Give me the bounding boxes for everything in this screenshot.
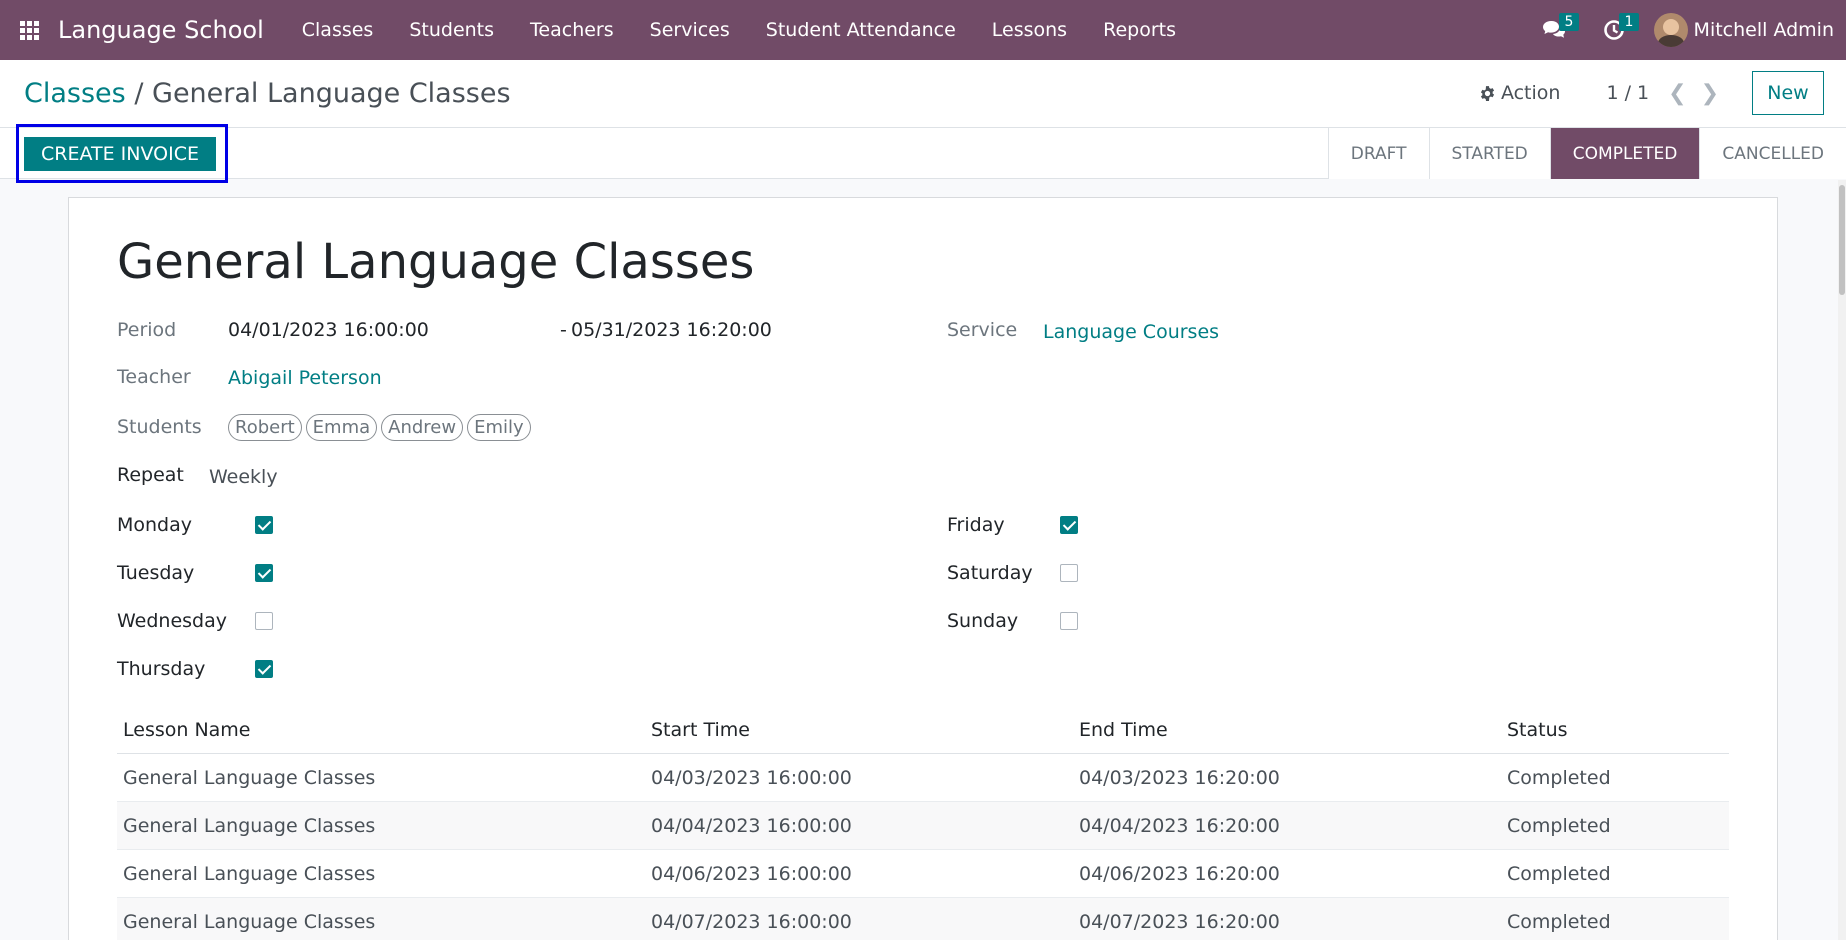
stage-started[interactable]: STARTED — [1428, 128, 1550, 179]
cell-end-time: 04/07/2023 16:20:00 — [1079, 910, 1280, 933]
stage-cancelled[interactable]: CANCELLED — [1699, 128, 1846, 179]
student-tag[interactable]: Robert — [228, 414, 302, 441]
cell-end-time: 04/03/2023 16:20:00 — [1079, 766, 1280, 789]
column-header-start-time[interactable]: Start Time — [645, 719, 1073, 741]
breadcrumb-separator: / — [134, 78, 144, 109]
period-start-field[interactable]: 04/01/2023 16:00:00 — [228, 319, 429, 341]
cell-lesson-name: General Language Classes — [123, 910, 376, 933]
thursday-checkbox[interactable] — [255, 660, 273, 678]
pager-previous-icon[interactable]: ❮ — [1668, 81, 1686, 106]
service-field[interactable]: Language Courses — [1043, 321, 1219, 343]
messages-count-badge: 5 — [1558, 13, 1580, 31]
monday-label: Monday — [117, 514, 193, 536]
sunday-checkbox[interactable] — [1060, 612, 1078, 630]
teacher-label: Teacher — [117, 366, 191, 388]
stage-draft[interactable]: DRAFT — [1328, 128, 1429, 179]
repeat-label: Repeat — [117, 464, 184, 486]
student-tag[interactable]: Emily — [467, 414, 531, 441]
user-name: Mitchell Admin — [1693, 19, 1834, 41]
cell-lesson-name: General Language Classes — [123, 766, 376, 789]
service-label: Service — [947, 319, 1018, 341]
cell-start-time: 04/04/2023 16:00:00 — [651, 814, 852, 837]
saturday-label: Saturday — [947, 562, 1033, 584]
table-row[interactable]: General Language Classes 04/04/2023 16:0… — [117, 802, 1729, 850]
table-row[interactable]: General Language Classes 04/03/2023 16:0… — [117, 754, 1729, 802]
menu-lessons[interactable]: Lessons — [974, 0, 1085, 60]
stage-pipeline: DRAFT STARTED COMPLETED CANCELLED — [1327, 128, 1846, 179]
app-brand[interactable]: Language School — [58, 16, 264, 44]
breadcrumb: Classes / General Language Classes — [24, 78, 511, 109]
action-label: Action — [1500, 82, 1561, 104]
sunday-label: Sunday — [947, 610, 1019, 632]
record-title[interactable]: General Language Classes — [117, 234, 754, 290]
control-panel: Classes / General Language Classes Actio… — [0, 60, 1846, 128]
monday-checkbox[interactable] — [255, 516, 273, 534]
cell-end-time: 04/04/2023 16:20:00 — [1079, 814, 1280, 837]
column-header-status[interactable]: Status — [1501, 719, 1729, 741]
cell-status: Completed — [1507, 766, 1611, 789]
period-label: Period — [117, 319, 177, 341]
user-menu[interactable]: Mitchell Admin — [1644, 13, 1846, 47]
menu-students[interactable]: Students — [391, 0, 512, 60]
action-menu-button[interactable]: Action — [1479, 82, 1561, 104]
activities-button[interactable]: 1 — [1584, 0, 1644, 60]
form-sheet: General Language Classes Period 04/01/20… — [68, 197, 1778, 940]
thursday-label: Thursday — [117, 658, 206, 680]
pager-value[interactable]: 1 / 1 — [1606, 82, 1649, 104]
student-tag[interactable]: Andrew — [381, 414, 464, 441]
table-header: Lesson Name Start Time End Time Status — [117, 706, 1729, 754]
activities-count-badge: 1 — [1618, 13, 1640, 31]
column-header-end-time[interactable]: End Time — [1073, 719, 1501, 741]
cell-start-time: 04/07/2023 16:00:00 — [651, 910, 852, 933]
new-button[interactable]: New — [1752, 71, 1824, 115]
top-navbar: Language School Classes Students Teacher… — [0, 0, 1846, 60]
menu-teachers[interactable]: Teachers — [512, 0, 632, 60]
cell-lesson-name: General Language Classes — [123, 814, 376, 837]
menu-services[interactable]: Services — [632, 0, 748, 60]
create-invoice-button[interactable]: CREATE INVOICE — [24, 137, 216, 171]
gear-icon — [1480, 85, 1495, 101]
menu-reports[interactable]: Reports — [1085, 0, 1194, 60]
apps-menu-icon[interactable] — [0, 0, 58, 60]
breadcrumb-current: General Language Classes — [152, 78, 511, 109]
stage-completed[interactable]: COMPLETED — [1549, 128, 1700, 179]
cell-status: Completed — [1507, 910, 1611, 933]
cell-start-time: 04/06/2023 16:00:00 — [651, 862, 852, 885]
period-end-field[interactable]: 05/31/2023 16:20:00 — [571, 319, 772, 341]
pager-next-icon[interactable]: ❯ — [1701, 81, 1719, 106]
menu-classes[interactable]: Classes — [284, 0, 392, 60]
friday-label: Friday — [947, 514, 1005, 536]
wednesday-label: Wednesday — [117, 610, 228, 632]
table-row[interactable]: General Language Classes 04/06/2023 16:0… — [117, 850, 1729, 898]
tuesday-label: Tuesday — [117, 562, 195, 584]
scrollbar-thumb[interactable] — [1839, 185, 1845, 295]
menu-student-attendance[interactable]: Student Attendance — [748, 0, 974, 60]
messages-button[interactable]: 5 — [1524, 0, 1584, 60]
cell-lesson-name: General Language Classes — [123, 862, 376, 885]
students-label: Students — [117, 416, 202, 438]
cell-start-time: 04/03/2023 16:00:00 — [651, 766, 852, 789]
cell-end-time: 04/06/2023 16:20:00 — [1079, 862, 1280, 885]
cell-status: Completed — [1507, 862, 1611, 885]
page-scrollbar[interactable] — [1838, 180, 1846, 940]
teacher-field[interactable]: Abigail Peterson — [228, 367, 382, 389]
repeat-field[interactable]: Weekly — [209, 466, 278, 488]
student-tag[interactable]: Emma — [305, 414, 378, 441]
friday-checkbox[interactable] — [1060, 516, 1078, 534]
students-tags[interactable]: Robert Emma Andrew Emily — [228, 414, 531, 441]
user-avatar — [1653, 13, 1688, 47]
lessons-table: Lesson Name Start Time End Time Status G… — [117, 706, 1729, 940]
tuesday-checkbox[interactable] — [255, 564, 273, 582]
column-header-lesson-name[interactable]: Lesson Name — [117, 719, 645, 741]
cell-status: Completed — [1507, 814, 1611, 837]
saturday-checkbox[interactable] — [1060, 564, 1078, 582]
breadcrumb-classes-link[interactable]: Classes — [24, 78, 126, 109]
table-row[interactable]: General Language Classes 04/07/2023 16:0… — [117, 898, 1729, 940]
period-dash: - — [560, 319, 567, 341]
wednesday-checkbox[interactable] — [255, 612, 273, 630]
